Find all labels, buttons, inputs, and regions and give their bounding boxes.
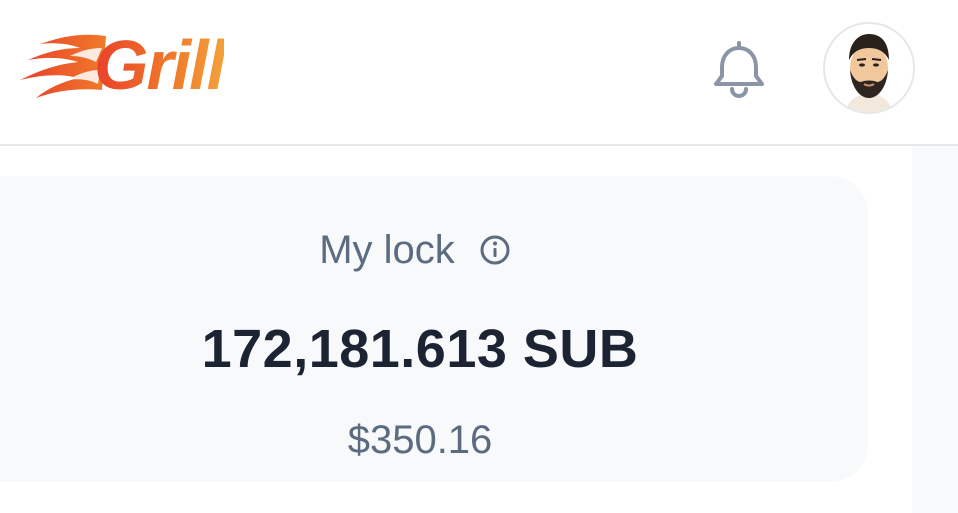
top-header: Grill [0, 0, 958, 146]
lock-usd-value: $350.16 [347, 418, 493, 462]
notifications-button[interactable] [711, 40, 767, 99]
lock-card-header: My lock [0, 226, 830, 274]
lock-amount: 172,181.613 SUB [201, 319, 639, 379]
user-avatar[interactable] [823, 22, 915, 114]
grill-logo[interactable]: Grill [18, 26, 228, 106]
info-icon[interactable] [479, 234, 511, 266]
logo-text: Grill [94, 26, 226, 104]
avatar-face-icon [825, 24, 913, 112]
bell-icon [714, 41, 764, 99]
lock-card-title: My lock [319, 228, 455, 272]
scroll-area-edge [912, 146, 958, 513]
